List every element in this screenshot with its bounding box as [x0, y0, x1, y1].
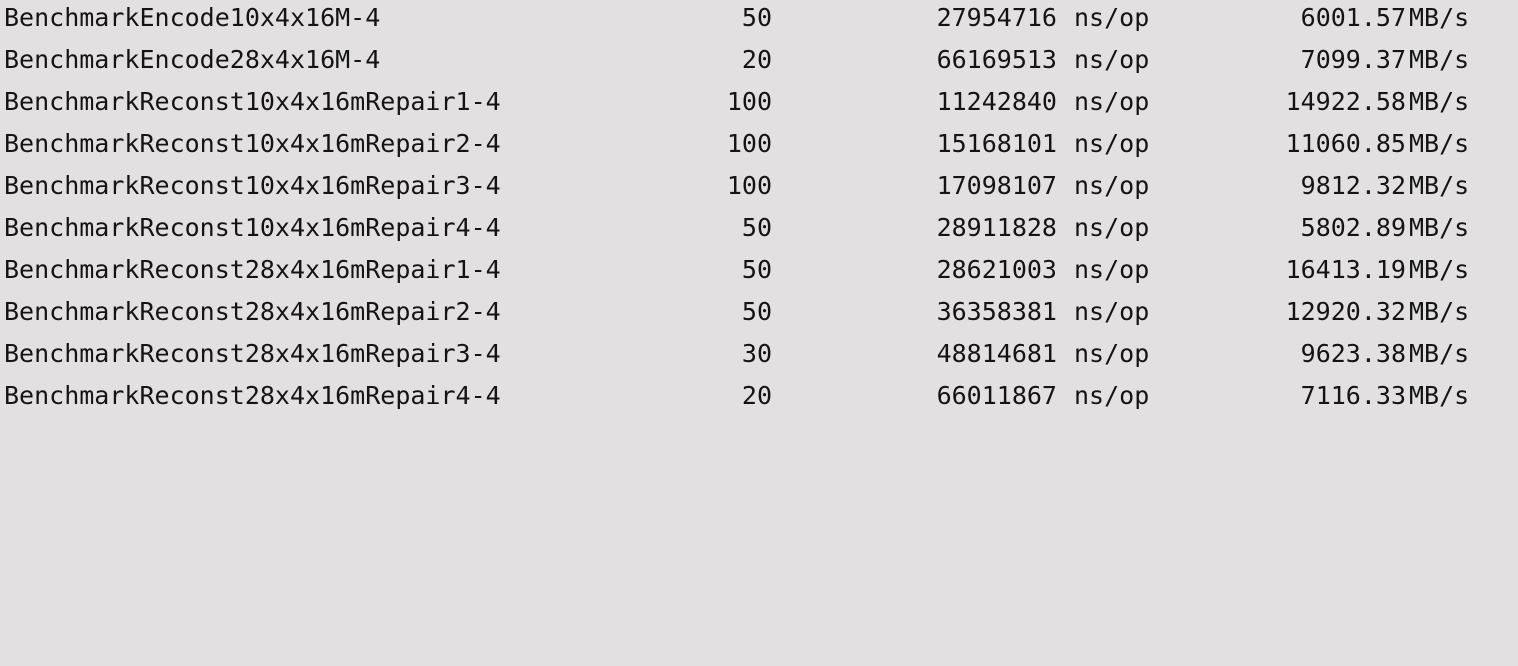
- iteration-count: 100: [726, 171, 772, 200]
- throughput-value: 14922.58: [1285, 87, 1406, 116]
- benchmark-name: BenchmarkReconst10x4x16mRepair3-4: [4, 171, 501, 200]
- throughput-unit: MB/s: [1409, 171, 1470, 200]
- ns-per-op-value: 36358381: [936, 297, 1057, 326]
- benchmark-name: BenchmarkReconst28x4x16mRepair2-4: [4, 297, 501, 326]
- ns-per-op-unit: ns/op: [1074, 339, 1150, 368]
- throughput-unit: MB/s: [1409, 297, 1470, 326]
- ns-per-op-unit: ns/op: [1074, 381, 1150, 410]
- ns-per-op-unit: ns/op: [1074, 129, 1150, 158]
- throughput-unit: MB/s: [1409, 381, 1470, 410]
- benchmark-row: BenchmarkReconst28x4x16mRepair1-4 50 286…: [0, 252, 1518, 294]
- throughput-unit: MB/s: [1409, 129, 1470, 158]
- iteration-count: 100: [726, 129, 772, 158]
- terminal-output: BenchmarkEncode10x4x16M-4 50 27954716 ns…: [0, 0, 1518, 422]
- ns-per-op-value: 48814681: [936, 339, 1057, 368]
- ns-per-op-unit: ns/op: [1074, 213, 1150, 242]
- benchmark-row: BenchmarkReconst10x4x16mRepair3-4 100 17…: [0, 168, 1518, 210]
- iteration-count: 20: [741, 45, 772, 74]
- ns-per-op-value: 28911828: [936, 213, 1057, 242]
- iteration-count: 50: [741, 3, 772, 32]
- benchmark-row: BenchmarkReconst10x4x16mRepair4-4 50 289…: [0, 210, 1518, 252]
- ns-per-op-value: 66169513: [936, 45, 1057, 74]
- benchmark-row: BenchmarkEncode10x4x16M-4 50 27954716 ns…: [0, 0, 1518, 42]
- ns-per-op-value: 66011867: [936, 381, 1057, 410]
- throughput-unit: MB/s: [1409, 213, 1470, 242]
- throughput-value: 7099.37: [1300, 45, 1406, 74]
- benchmark-name: BenchmarkReconst10x4x16mRepair1-4: [4, 87, 501, 116]
- throughput-value: 7116.33: [1300, 381, 1406, 410]
- benchmark-row: BenchmarkReconst28x4x16mRepair3-4 30 488…: [0, 336, 1518, 378]
- throughput-unit: MB/s: [1409, 255, 1470, 284]
- ns-per-op-unit: ns/op: [1074, 255, 1150, 284]
- throughput-value: 9812.32: [1300, 171, 1406, 200]
- benchmark-row: BenchmarkEncode28x4x16M-4 20 66169513 ns…: [0, 42, 1518, 84]
- iteration-count: 50: [741, 213, 772, 242]
- ns-per-op-unit: ns/op: [1074, 45, 1150, 74]
- benchmark-row: BenchmarkReconst10x4x16mRepair1-4 100 11…: [0, 84, 1518, 126]
- benchmark-name: BenchmarkEncode10x4x16M-4: [4, 3, 381, 32]
- ns-per-op-value: 15168101: [936, 129, 1057, 158]
- throughput-unit: MB/s: [1409, 3, 1470, 32]
- benchmark-name: BenchmarkEncode28x4x16M-4: [4, 45, 381, 74]
- throughput-value: 9623.38: [1300, 339, 1406, 368]
- throughput-value: 6001.57: [1300, 3, 1406, 32]
- throughput-unit: MB/s: [1409, 339, 1470, 368]
- throughput-value: 11060.85: [1285, 129, 1406, 158]
- throughput-value: 16413.19: [1285, 255, 1406, 284]
- throughput-unit: MB/s: [1409, 87, 1470, 116]
- ns-per-op-value: 11242840: [936, 87, 1057, 116]
- throughput-value: 5802.89: [1300, 213, 1406, 242]
- benchmark-name: BenchmarkReconst10x4x16mRepair2-4: [4, 129, 501, 158]
- iteration-count: 50: [741, 255, 772, 284]
- ns-per-op-unit: ns/op: [1074, 297, 1150, 326]
- benchmark-name: BenchmarkReconst28x4x16mRepair1-4: [4, 255, 501, 284]
- ns-per-op-value: 17098107: [936, 171, 1057, 200]
- ns-per-op-value: 28621003: [936, 255, 1057, 284]
- ns-per-op-unit: ns/op: [1074, 87, 1150, 116]
- iteration-count: 100: [726, 87, 772, 116]
- benchmark-name: BenchmarkReconst28x4x16mRepair4-4: [4, 381, 501, 410]
- iteration-count: 50: [741, 297, 772, 326]
- benchmark-name: BenchmarkReconst10x4x16mRepair4-4: [4, 213, 501, 242]
- benchmark-row: BenchmarkReconst28x4x16mRepair2-4 50 363…: [0, 294, 1518, 336]
- benchmark-row: BenchmarkReconst28x4x16mRepair4-4 20 660…: [0, 378, 1518, 420]
- ns-per-op-unit: ns/op: [1074, 3, 1150, 32]
- iteration-count: 30: [741, 339, 772, 368]
- ns-per-op-value: 27954716: [936, 3, 1057, 32]
- iteration-count: 20: [741, 381, 772, 410]
- ns-per-op-unit: ns/op: [1074, 171, 1150, 200]
- throughput-value: 12920.32: [1285, 297, 1406, 326]
- benchmark-row: BenchmarkReconst10x4x16mRepair2-4 100 15…: [0, 126, 1518, 168]
- throughput-unit: MB/s: [1409, 45, 1470, 74]
- benchmark-name: BenchmarkReconst28x4x16mRepair3-4: [4, 339, 501, 368]
